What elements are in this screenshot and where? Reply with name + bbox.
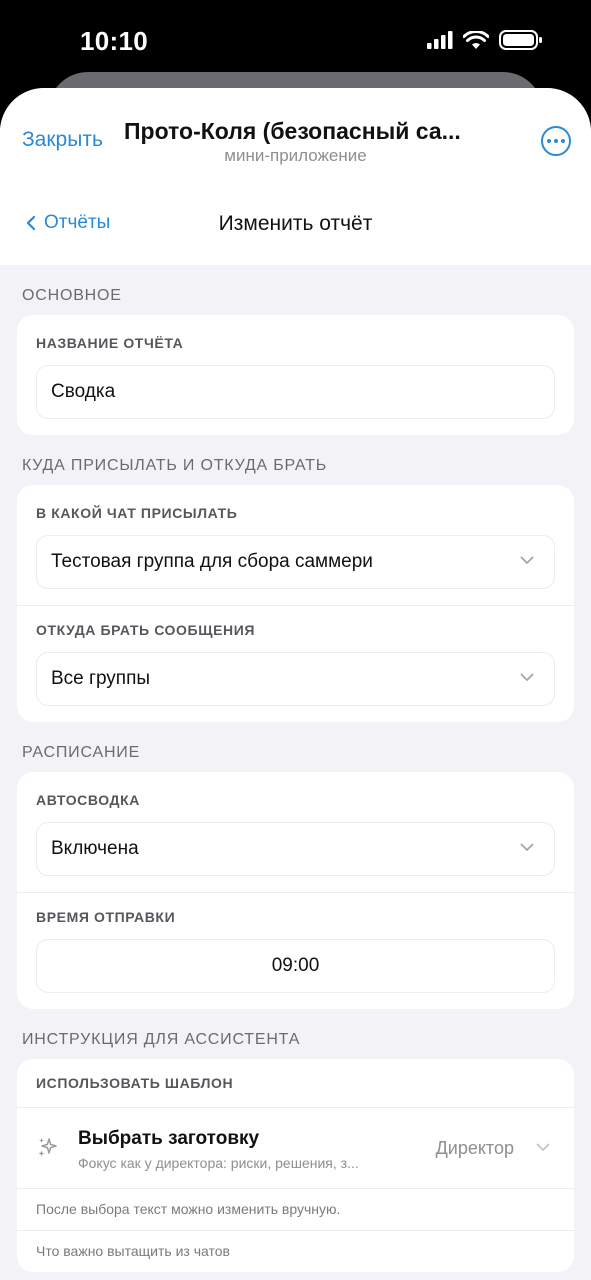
auto-summary-label: АВТОСВОДКА (36, 792, 140, 808)
send-time-value: 09:00 (271, 955, 320, 976)
chat-select[interactable]: Тестовая группа для сбора саммери (36, 535, 555, 589)
mini-app-header: Закрыть Прото-Коля (безопасный са... мин… (0, 88, 591, 265)
report-name-input[interactable]: Сводка (36, 365, 555, 419)
template-edit-hint: После выбора текст можно изменить вручну… (17, 1188, 574, 1230)
chat-label: В КАКОЙ ЧАТ ПРИСЫЛАТЬ (36, 505, 238, 521)
ellipsis-circle-icon[interactable] (541, 126, 571, 156)
routing-card: В КАКОЙ ЧАТ ПРИСЫЛАТЬ Тестовая группа дл… (17, 485, 574, 722)
section-routing-title: КУДА ПРИСЫЛАТЬ И ОТКУДА БРАТЬ (22, 457, 327, 474)
auto-summary-value: Включена (51, 838, 139, 859)
assistant-card: ИСПОЛЬЗОВАТЬ ШАБЛОН Выбрать заготовку Фо… (17, 1059, 574, 1272)
signal-icon (427, 31, 453, 49)
page-title: Изменить отчёт (218, 212, 373, 235)
app-subtitle: мини-приложение (224, 146, 367, 165)
status-icons (427, 30, 543, 50)
auto-summary-field: АВТОСВОДКА Включена (17, 772, 574, 876)
chevron-down-icon (520, 673, 534, 681)
template-field: ИСПОЛЬЗОВАТЬ ШАБЛОН (17, 1059, 574, 1097)
template-label: ИСПОЛЬЗОВАТЬ ШАБЛОН (36, 1075, 234, 1091)
source-select[interactable]: Все группы (36, 652, 555, 706)
app-title: Прото-Коля (безопасный са... (124, 118, 461, 144)
auto-summary-select[interactable]: Включена (36, 822, 555, 876)
report-name-label: НАЗВАНИЕ ОТЧЁТА (36, 335, 184, 351)
source-label: ОТКУДА БРАТЬ СООБЩЕНИЯ (36, 622, 256, 638)
basic-card: НАЗВАНИЕ ОТЧЁТА Сводка (17, 315, 574, 435)
template-picker[interactable]: Выбрать заготовку Фокус как у директора:… (17, 1108, 574, 1188)
report-name-field: НАЗВАНИЕ ОТЧЁТА Сводка (17, 315, 574, 419)
battery-icon (499, 30, 542, 50)
wifi-icon (463, 30, 489, 49)
template-title: Выбрать заготовку (78, 1128, 260, 1149)
chat-value: Тестовая группа для сбора саммери (51, 551, 373, 572)
sparkles-icon (38, 1138, 57, 1157)
send-time-label: ВРЕМЯ ОТПРАВКИ (36, 909, 176, 925)
send-time-field: ВРЕМЯ ОТПРАВКИ 09:00 (17, 893, 574, 993)
chevron-down-icon (520, 843, 534, 851)
section-assistant-title: ИНСТРУКЦИЯ ДЛЯ АССИСТЕНТА (22, 1031, 301, 1048)
extract-instruction-label: Что важно вытащить из чатов (17, 1230, 574, 1272)
report-name-value: Сводка (51, 381, 116, 402)
template-value: Директор (435, 1138, 514, 1158)
chevron-down-icon (536, 1143, 550, 1151)
source-field: ОТКУДА БРАТЬ СООБЩЕНИЯ Все группы (17, 606, 574, 706)
schedule-card: АВТОСВОДКА Включена ВРЕМЯ ОТПРАВКИ 09:00 (17, 772, 574, 1009)
template-description: Фокус как у директора: риски, решения, з… (78, 1155, 359, 1171)
section-schedule-title: РАСПИСАНИЕ (22, 744, 141, 761)
status-bar: 10:10 (0, 0, 591, 80)
mini-app-sheet: Закрыть Прото-Коля (безопасный са... мин… (0, 88, 591, 1280)
source-value: Все группы (51, 668, 151, 689)
send-time-input[interactable]: 09:00 (36, 939, 555, 993)
chat-field: В КАКОЙ ЧАТ ПРИСЫЛАТЬ Тестовая группа дл… (17, 485, 574, 589)
section-basic-title: ОСНОВНОЕ (22, 287, 122, 304)
chevron-down-icon (520, 556, 534, 564)
status-time: 10:10 (80, 26, 148, 56)
